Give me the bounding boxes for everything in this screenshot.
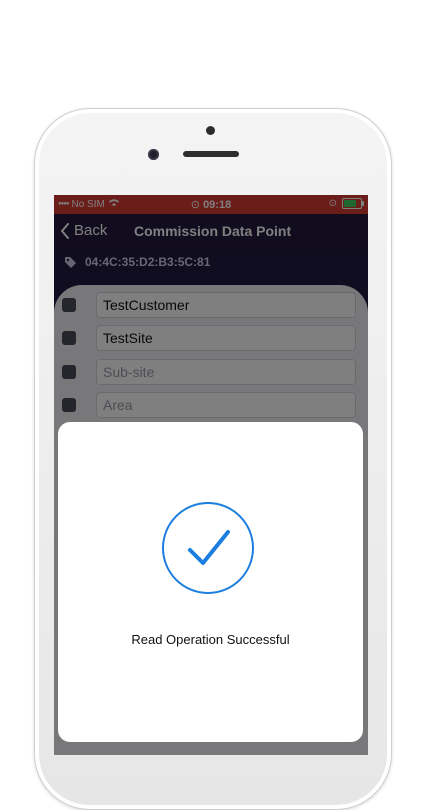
front-camera (148, 149, 159, 160)
phone-screen: ●●●● No SIM ⊙ 09:18 ⊙ Back Commission Da… (54, 195, 368, 755)
success-dialog: Read Operation Successful (58, 422, 363, 742)
earpiece-speaker (183, 151, 239, 157)
checkmark-icon (188, 530, 230, 565)
dialog-message: Read Operation Successful (131, 632, 290, 647)
checkmark-circle-icon (162, 502, 254, 594)
proximity-sensor (206, 126, 215, 135)
